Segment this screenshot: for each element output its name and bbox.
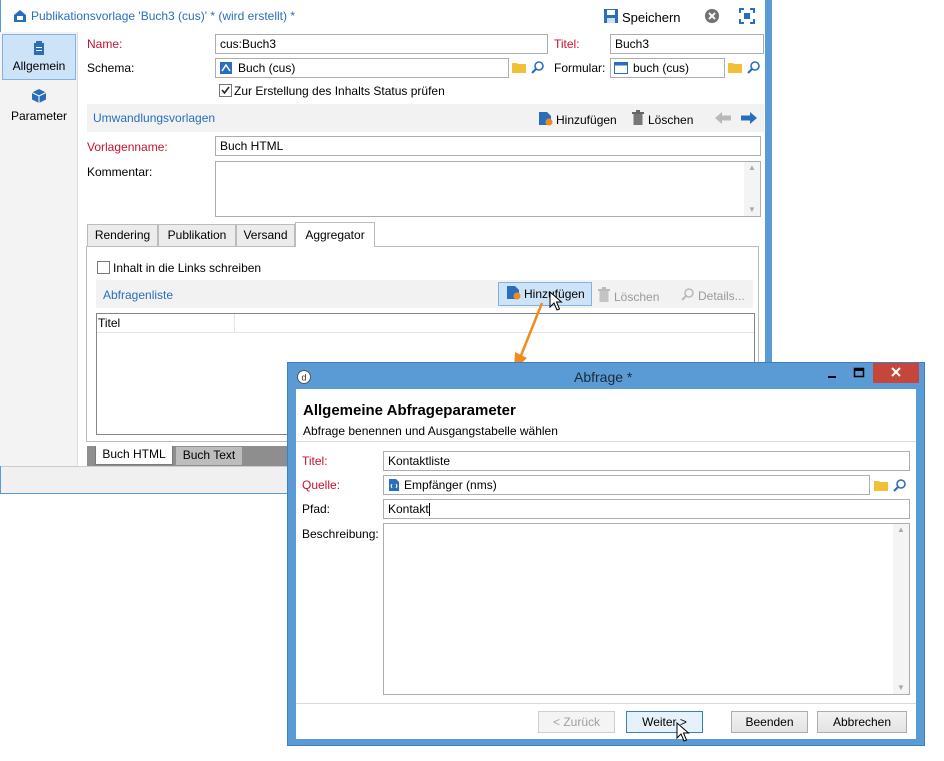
bottom-tab-buch-text[interactable]: Buch Text xyxy=(176,447,242,465)
magnifier-icon xyxy=(681,287,695,305)
dialog-title: Abfrage * xyxy=(574,369,633,385)
add-icon xyxy=(537,110,553,130)
maximize-icon[interactable] xyxy=(853,367,865,379)
dialog-quelle-field[interactable]: Empfänger (nms) xyxy=(383,475,870,495)
details-label: Details... xyxy=(698,289,745,303)
fullscreen-icon[interactable] xyxy=(739,8,755,24)
schema-label: Schema: xyxy=(87,61,135,75)
column-header-titel[interactable]: Titel xyxy=(97,314,235,333)
arrow-right-icon[interactable] xyxy=(740,111,758,128)
formular-field[interactable]: buch (cus) xyxy=(610,58,725,78)
folder-icon[interactable] xyxy=(728,61,742,76)
tab-aggregator[interactable]: Aggregator xyxy=(295,222,375,247)
search-icon[interactable] xyxy=(747,60,761,77)
folder-icon[interactable] xyxy=(874,479,888,494)
window-title: Publikationsvorlage 'Buch3 (cus)' * (wir… xyxy=(31,9,296,23)
close-icon xyxy=(890,366,902,381)
mouse-cursor-icon xyxy=(549,291,563,311)
delete-query-label: Löschen xyxy=(614,289,660,304)
sidebar-item-parameter[interactable]: Parameter xyxy=(2,84,76,130)
cancel-button[interactable]: Abbrechen xyxy=(817,711,907,733)
mouse-cursor-icon xyxy=(676,722,690,742)
save-label: Speichern xyxy=(622,10,681,25)
dialog-subheading: Abfrage benennen und Ausgangstabelle wäh… xyxy=(303,424,558,438)
queries-section-title: Abfragenliste xyxy=(103,288,174,302)
status-checkbox[interactable] xyxy=(219,84,232,97)
scrollbar[interactable]: ▲ ▼ xyxy=(744,162,760,216)
add-template-button[interactable]: Hinzufügen xyxy=(537,110,617,130)
search-icon[interactable] xyxy=(893,478,907,495)
dialog-titel-label: Titel: xyxy=(302,454,328,468)
next-button[interactable]: Weiter > xyxy=(626,711,703,733)
dialog-beschreibung-label: Beschreibung: xyxy=(302,527,379,541)
vorlagenname-label: Vorlagenname: xyxy=(87,140,168,154)
text-caret xyxy=(428,503,430,517)
dialog-titel-field[interactable]: Kontaktliste xyxy=(383,451,910,471)
links-checkbox[interactable] xyxy=(97,261,110,274)
titel-label: Titel: xyxy=(554,37,580,51)
formular-value: buch (cus) xyxy=(633,61,690,75)
save-button[interactable]: Speichern xyxy=(603,8,681,28)
cube-icon xyxy=(31,88,47,107)
status-checkbox-label: Zur Erstellung des Inhalts Status prüfen xyxy=(234,84,445,98)
vorlagenname-field[interactable]: Buch HTML xyxy=(215,136,761,156)
folder-icon[interactable] xyxy=(512,61,526,76)
dialog-app-icon: d xyxy=(296,369,312,385)
column-header-empty xyxy=(235,314,754,333)
publication-icon xyxy=(12,8,28,24)
dialog-quelle-value: Empfänger (nms) xyxy=(404,478,497,492)
close-button[interactable] xyxy=(873,363,919,383)
sidebar-item-label: Allgemein xyxy=(12,59,66,73)
save-icon xyxy=(603,8,619,28)
templates-section-title: Umwandlungsvorlagen xyxy=(93,111,216,125)
delete-template-button[interactable]: Löschen xyxy=(631,110,693,129)
schema-icon xyxy=(219,61,233,77)
delete-label: Löschen xyxy=(648,112,694,127)
schema-field[interactable]: Buch (cus) xyxy=(215,58,509,78)
schema-value: Buch (cus) xyxy=(238,61,296,75)
links-checkbox-label: Inhalt in die Links schreiben xyxy=(113,261,262,275)
form-icon xyxy=(614,62,628,77)
finish-button[interactable]: Beenden xyxy=(731,711,808,733)
tab-rendering[interactable]: Rendering xyxy=(87,224,158,246)
trash-icon xyxy=(597,287,611,306)
dialog-pfad-field[interactable]: Kontakt xyxy=(383,499,910,519)
name-field[interactable]: cus:Buch3 xyxy=(215,34,548,54)
sidebar-item-allgemein[interactable]: Allgemein xyxy=(2,34,76,80)
dialog-pfad-label: Pfad: xyxy=(302,502,331,516)
clipboard-icon xyxy=(32,41,46,58)
kommentar-label: Kommentar: xyxy=(87,165,153,179)
tab-publikation[interactable]: Publikation xyxy=(158,224,236,246)
scrollbar[interactable]: ▲ ▼ xyxy=(893,524,909,694)
cancel-icon[interactable] xyxy=(704,8,720,24)
arrow-left-icon[interactable] xyxy=(714,111,732,128)
tab-versand[interactable]: Versand xyxy=(236,224,295,246)
dialog-pfad-value: Kontakt xyxy=(388,502,429,516)
dialog-divider xyxy=(296,441,916,442)
dialog-heading: Allgemeine Abfrageparameter xyxy=(303,402,516,419)
search-icon[interactable] xyxy=(531,60,545,77)
back-button[interactable]: < Zurück xyxy=(538,711,615,733)
minimize-icon[interactable] xyxy=(826,368,838,380)
svg-text:d: d xyxy=(301,373,306,383)
add-label: Hinzufügen xyxy=(556,113,617,127)
delete-query-button[interactable]: Löschen xyxy=(597,287,659,306)
formular-label: Formular: xyxy=(554,61,606,75)
dialog-beschreibung-field[interactable]: ▲ ▼ xyxy=(383,523,910,695)
bottom-tab-buch-html[interactable]: Buch HTML xyxy=(95,446,173,465)
trash-icon xyxy=(631,110,645,129)
dialog-quelle-label: Quelle: xyxy=(302,478,341,492)
name-label: Name: xyxy=(87,37,123,51)
kommentar-field[interactable]: ▲ ▼ xyxy=(215,161,761,217)
table-icon xyxy=(388,478,400,494)
dialog-footer-divider xyxy=(296,703,916,704)
details-button[interactable]: Details... xyxy=(681,287,745,305)
sidebar-item-label: Parameter xyxy=(10,109,68,123)
titel-field[interactable]: Buch3 xyxy=(610,34,764,54)
